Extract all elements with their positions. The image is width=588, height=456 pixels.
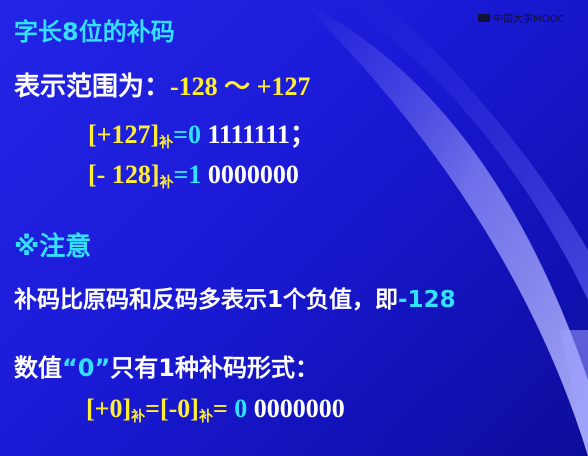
neg128-eq: = xyxy=(173,160,189,189)
zero-eq-sub1: 补 xyxy=(131,409,146,425)
neg128-line: [- 128]补=1 0000000 xyxy=(88,160,299,192)
range-label: 表示范围为： xyxy=(14,72,171,102)
zero-text-c: 只有1种补码形式： xyxy=(110,354,319,382)
pos127-line: [+127]补=0 1111111； xyxy=(88,114,316,152)
neg128-sub: 补 xyxy=(159,175,174,191)
range-line: 表示范围为：-128 ～ +127 xyxy=(14,66,311,103)
zero-eq-eq2: = xyxy=(212,394,228,423)
zero-eq-rest: 0000000 xyxy=(247,394,345,423)
pos127-bracket: [+127] xyxy=(88,120,160,149)
pos127-sign: 0 xyxy=(187,120,201,149)
note-text: 补码比原码和反码多表示1个负值，即 xyxy=(14,287,399,313)
zero-text-a: 数值 xyxy=(14,354,62,382)
zero-eq-eq1: = xyxy=(145,394,160,423)
zero-text-b: “0” xyxy=(62,354,111,382)
neg128-sign: 1 xyxy=(188,160,202,189)
pos127-eq: = xyxy=(173,120,188,149)
neg128-rest: 0000000 xyxy=(201,160,299,189)
slide-title: 字长8位的补码 xyxy=(14,18,175,46)
zero-eq-p2: [-0] xyxy=(159,394,199,423)
note-text-line: 补码比原码和反码多表示1个负值，即-128 xyxy=(14,280,456,314)
pos127-sub: 补 xyxy=(159,135,174,151)
note-heading: ※注意 xyxy=(14,232,92,262)
zero-eq-line: [+0]补=[-0]补= 0 0000000 xyxy=(86,394,345,426)
zero-text-line: 数值“0”只有1种补码形式： xyxy=(14,348,319,383)
zero-eq-sub2: 补 xyxy=(198,409,213,425)
note-value: -128 xyxy=(398,287,456,313)
range-value: -128 ～ +127 xyxy=(170,72,311,101)
zero-eq-sign: 0 xyxy=(227,394,248,423)
neg128-bracket: [- 128] xyxy=(88,160,160,189)
watermark: 中国大学MOOC xyxy=(478,10,564,25)
watermark-text: 中国大学MOOC xyxy=(493,14,565,25)
zero-eq-p1: [+0] xyxy=(86,394,132,423)
mooc-logo-icon xyxy=(478,13,490,22)
pos127-rest: 1111111； xyxy=(200,120,316,149)
